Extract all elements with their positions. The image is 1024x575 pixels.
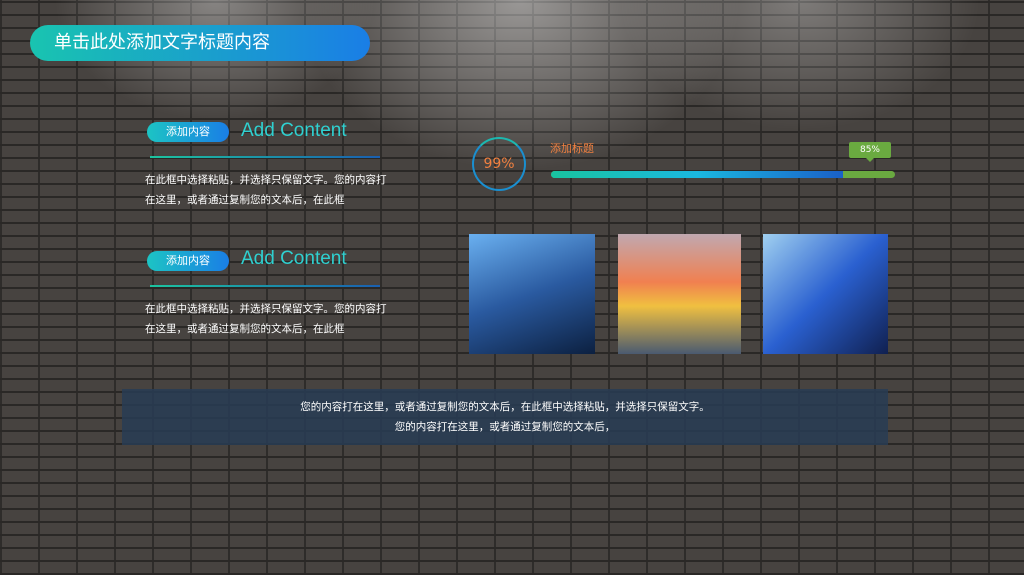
- divider: [150, 156, 380, 158]
- slide: 单击此处添加文字标题内容 添加内容 Add Content 在此框中选择粘贴，并…: [0, 0, 1024, 575]
- section-text: 在此框中选择粘贴，并选择只保留文字。您的内容打在这里，或者通过复制您的文本后，在…: [145, 303, 387, 335]
- section-heading: Add Content: [241, 120, 347, 141]
- slide-title[interactable]: 单击此处添加文字标题内容: [30, 25, 370, 61]
- image-harbor-sunset: [618, 234, 741, 354]
- note-box: 您的内容打在这里，或者通过复制您的文本后，在此框中选择粘贴，并选择只保留文字。 …: [122, 389, 888, 445]
- progress-fill: [551, 171, 844, 178]
- image-airport-terminal: [763, 234, 888, 354]
- section-heading: Add Content: [241, 248, 347, 269]
- section-pill: 添加内容: [147, 251, 229, 271]
- image-skyscrapers: [469, 234, 595, 354]
- progress-bar: [551, 171, 895, 178]
- note-line: 您的内容打在这里，或者通过复制您的文本后，在此框中选择粘贴，并选择只保留文字。: [300, 401, 710, 413]
- section-pill: 添加内容: [147, 122, 229, 142]
- percent-ring: 99%: [472, 137, 526, 191]
- progress-label: 添加标题: [550, 142, 594, 155]
- progress-tooltip: 85%: [849, 142, 891, 162]
- section-text: 在此框中选择粘贴，并选择只保留文字。您的内容打在这里，或者通过复制您的文本后，在…: [145, 174, 387, 206]
- note-line: 您的内容打在这里，或者通过复制您的文本后，: [394, 421, 616, 433]
- divider: [150, 285, 380, 287]
